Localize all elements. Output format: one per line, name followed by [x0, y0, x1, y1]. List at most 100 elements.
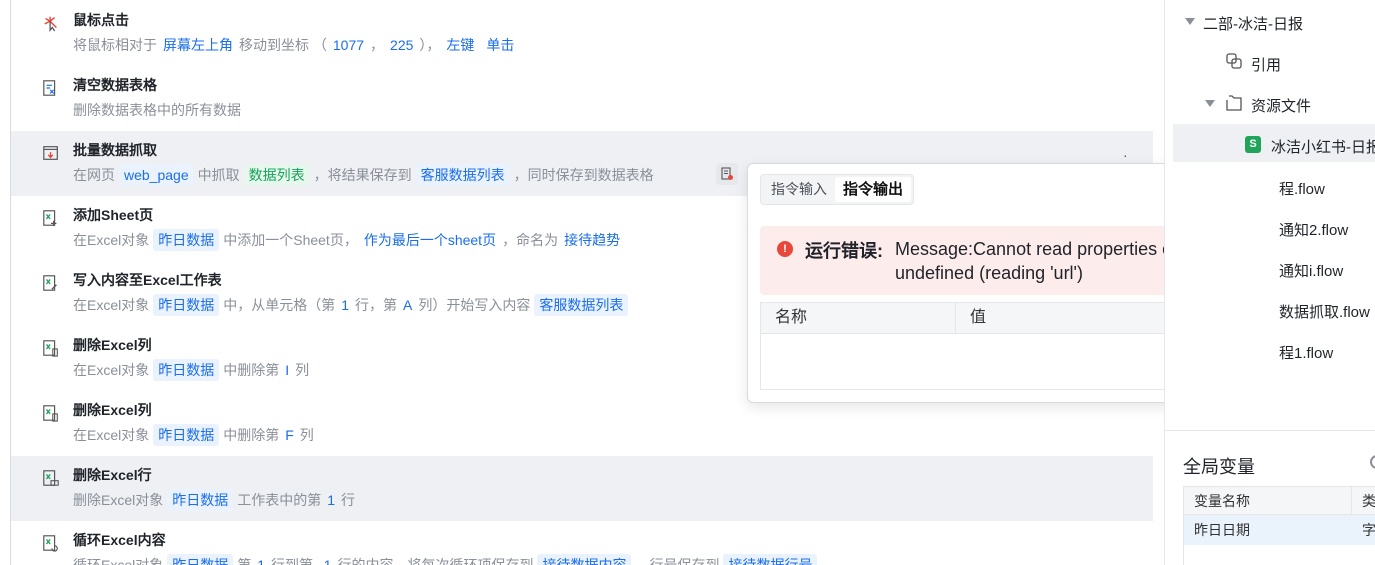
parameter-token[interactable]: 接待数据行号: [723, 554, 818, 565]
step-title: 添加Sheet页: [73, 207, 154, 223]
description-text: 第: [237, 557, 252, 565]
table-row[interactable]: 昨日日期 字: [1184, 515, 1375, 545]
description-text: ），: [419, 37, 441, 53]
parameter-token[interactable]: 单击: [483, 35, 517, 55]
parameter-token[interactable]: 1: [338, 295, 352, 315]
error-icon: !: [777, 241, 793, 257]
step-description: 在Excel对象 昨日数据 中删除第 I 列: [73, 358, 309, 382]
more-menu-icon[interactable]: ·: [1123, 147, 1128, 163]
description-text: 在网页: [73, 167, 115, 183]
parameter-token[interactable]: 屏幕左上角: [160, 35, 236, 55]
flow-step[interactable]: 鼠标点击将鼠标相对于 屏幕左上角 移动到坐标 （1077， 225）， 左键 单击: [11, 1, 1153, 66]
parameter-token[interactable]: 客服数据列表: [415, 164, 510, 186]
step-title: 删除Excel列: [73, 402, 152, 418]
description-text: 行，第: [355, 297, 398, 313]
parameter-token[interactable]: 昨日数据: [153, 424, 220, 446]
caret-down-icon[interactable]: [1205, 100, 1215, 107]
step-description: 在网页 web_page 中抓取 数据列表 ，将结果保存到 客服数据列表 ，同时保存到数据表…: [73, 163, 654, 187]
column-header-variable-type: 类: [1362, 493, 1375, 509]
parameter-token[interactable]: 左键: [443, 35, 477, 55]
parameter-token[interactable]: A: [400, 295, 415, 315]
add-variable-icon[interactable]: [1370, 455, 1375, 469]
description-text: 行到第: [271, 557, 314, 565]
column-header-value: 值: [970, 309, 987, 326]
flow-step[interactable]: 清空数据表格 删除数据表格中的所有数据: [11, 66, 1153, 131]
tree-node-flow[interactable]: 数据抓取.flow: [1279, 301, 1370, 322]
parameter-token[interactable]: 接待趋势: [561, 230, 623, 250]
reference-icon: [1226, 53, 1242, 69]
tree-node-resources[interactable]: 资源文件: [1251, 95, 1311, 116]
step-title: 删除Excel列: [73, 337, 152, 353]
flow-step[interactable]: 循环Excel内容 循环Excel对象 昨日数据第 1 行到第 -1 行的内容，将每次循环项…: [11, 521, 1153, 565]
tree-node-resource-file[interactable]: 冰洁小红书-日报: [1271, 136, 1375, 157]
description-text: 删除数据表格中的所有数据: [73, 102, 241, 118]
output-log-button[interactable]: [716, 163, 738, 185]
parameter-token[interactable]: 客服数据列表: [534, 294, 629, 316]
caret-down-icon[interactable]: [1185, 18, 1195, 25]
tree-node-reference[interactable]: 引用: [1251, 54, 1281, 75]
parameter-token[interactable]: -1: [316, 555, 334, 565]
mouse-click-icon: [44, 16, 57, 32]
description-text: 工作表中的第: [237, 492, 322, 508]
tree-node-flow[interactable]: 通知2.flow: [1279, 219, 1348, 240]
parameter-token[interactable]: 数据列表: [243, 164, 310, 186]
parameter-token[interactable]: 昨日数据: [153, 229, 220, 251]
variable-type-cell: 字: [1362, 522, 1375, 538]
step-description: 将鼠标相对于 屏幕左上角 移动到坐标 （1077， 225）， 左键 单击: [73, 33, 520, 57]
parameter-token[interactable]: 接待数据内容: [537, 554, 632, 565]
global-variables-title: 全局变量: [1183, 457, 1255, 477]
description-text: 列: [299, 427, 314, 443]
step-description: 删除数据表格中的所有数据: [73, 98, 241, 122]
parameter-token[interactable]: 昨日数据: [167, 489, 234, 511]
parameter-token[interactable]: web_page: [119, 164, 194, 186]
description-text: 在Excel对象: [73, 362, 150, 378]
description-text: ，行号保存到: [635, 557, 720, 565]
step-description: 删除Excel对象 昨日数据 工作表中的第 1 行: [73, 488, 355, 512]
global-variables-table: 变量名称 类 昨日日期 字: [1183, 486, 1375, 565]
variable-name-cell: 昨日日期: [1194, 522, 1250, 538]
parameter-token[interactable]: I: [282, 360, 292, 380]
project-panel: 二部-冰洁-日报 引用 资源文件 S 冰洁小红书-日报 程.flow 通知2.f…: [1164, 0, 1375, 565]
excel-loop-icon: [43, 535, 58, 552]
step-title: 删除Excel行: [73, 467, 152, 483]
description-text: 行: [341, 492, 356, 508]
parameter-token[interactable]: 昨日数据: [153, 294, 220, 316]
parameter-token[interactable]: 作为最后一个sheet页: [361, 230, 499, 250]
step-title: 批量数据抓取: [73, 142, 157, 158]
panel-divider: [1165, 430, 1375, 431]
excel-delete-column-icon: [43, 340, 58, 357]
parameter-token[interactable]: 225: [387, 35, 416, 55]
spreadsheet-icon: S: [1245, 136, 1261, 153]
parameter-token[interactable]: 1077: [330, 35, 367, 55]
description-text: 中添加一个Sheet页，: [223, 232, 358, 248]
tree-node-flow[interactable]: 程1.flow: [1279, 342, 1333, 363]
tab-instruction-output[interactable]: 指令输出: [835, 177, 912, 202]
step-title: 循环Excel内容: [73, 532, 166, 548]
tree-node-flow[interactable]: 程.flow: [1279, 178, 1325, 199]
parameter-token[interactable]: 昨日数据: [167, 554, 234, 565]
step-description: 在Excel对象 昨日数据 中添加一个Sheet页， 作为最后一个sheet页 ，命名为…: [73, 228, 626, 252]
excel-delete-column-icon: [43, 405, 58, 422]
description-text: 在Excel对象: [73, 297, 150, 313]
description-text: 循环Excel对象: [73, 557, 164, 565]
error-label: 运行错误:: [805, 241, 883, 261]
global-variables-header: 变量名称 类: [1184, 487, 1375, 515]
description-text: ，将结果保存到: [313, 167, 412, 183]
step-title: 写入内容至Excel工作表: [73, 272, 222, 288]
description-text: 列）开始写入内容: [418, 297, 531, 313]
parameter-token[interactable]: 1: [324, 490, 338, 510]
tree-node-project[interactable]: 二部-冰洁-日报: [1203, 13, 1303, 34]
description-text: 在Excel对象: [73, 427, 150, 443]
parameter-token[interactable]: F: [282, 425, 297, 445]
description-text: ，命名为: [502, 232, 559, 248]
tab-instruction-input[interactable]: 指令输入: [763, 177, 835, 202]
step-title: 鼠标点击: [73, 12, 129, 28]
excel-delete-row-icon: [43, 470, 59, 486]
flow-step[interactable]: 删除Excel行 删除Excel对象 昨日数据 工作表中的第 1 行: [11, 456, 1153, 521]
description-text: 删除Excel对象: [73, 492, 164, 508]
parameter-token[interactable]: 昨日数据: [153, 359, 220, 381]
description-text: 中抓取: [197, 167, 240, 183]
parameter-token[interactable]: 1: [254, 555, 268, 565]
log-error-icon: [721, 167, 733, 180]
tree-node-flow[interactable]: 通知i.flow: [1279, 260, 1343, 281]
